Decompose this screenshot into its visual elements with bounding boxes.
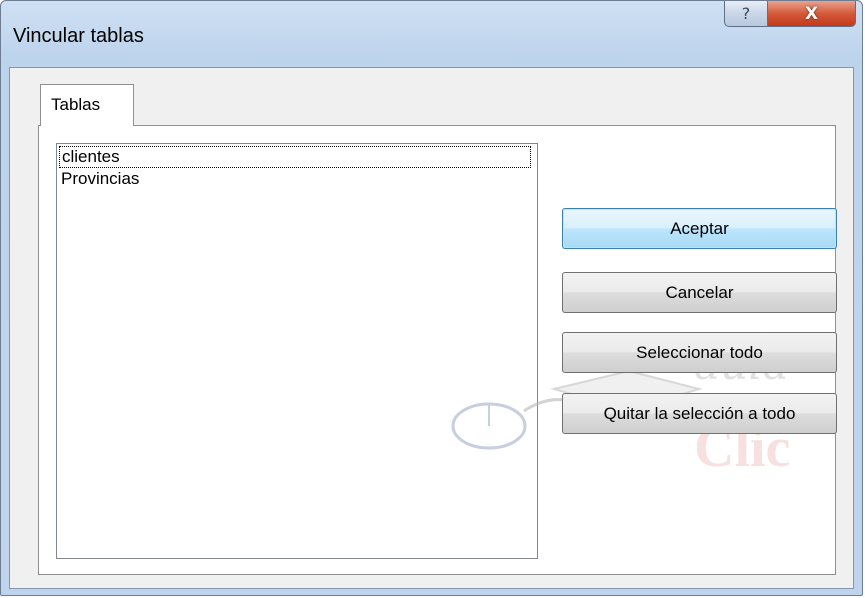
dialog-window: Vincular tablas ? X Tablas clientes Prov… [0, 0, 863, 596]
title-bar[interactable]: Vincular tablas ? X [1, 1, 862, 67]
tables-listbox[interactable]: clientes Provincias [56, 143, 538, 559]
help-icon: ? [741, 4, 751, 23]
list-item[interactable]: clientes [59, 146, 531, 168]
tab-label: Tablas [51, 95, 101, 114]
help-button[interactable]: ? [724, 1, 768, 27]
accept-button[interactable]: Aceptar [562, 208, 837, 249]
select-all-button[interactable]: Seleccionar todo [562, 332, 837, 373]
list-item-label: clientes [62, 147, 120, 166]
window-title: Vincular tablas [13, 25, 144, 47]
close-button[interactable]: X [768, 1, 856, 27]
cancel-button[interactable]: Cancelar [562, 272, 837, 313]
tab-panel-tablas: clientes Provincias aula com Clic Acepta… [38, 125, 837, 575]
deselect-all-button[interactable]: Quitar la selección a todo [562, 393, 837, 434]
dialog-client-area: Tablas clientes Provincias aula com Clic [9, 67, 854, 589]
list-item-label: Provincias [61, 169, 140, 188]
list-item[interactable]: Provincias [59, 168, 531, 190]
close-icon: X [804, 3, 819, 24]
tab-tablas[interactable]: Tablas [40, 84, 134, 126]
title-bar-buttons: ? X [724, 1, 856, 27]
